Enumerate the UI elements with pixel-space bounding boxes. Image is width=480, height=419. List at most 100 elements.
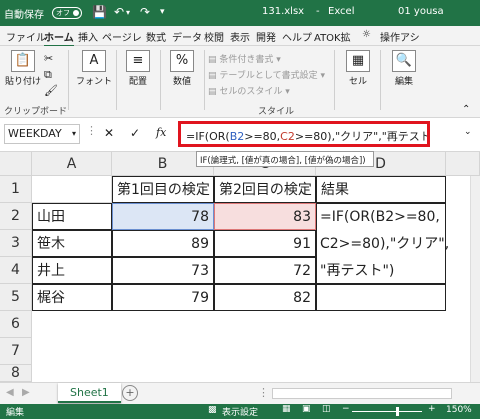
zoom-in-icon[interactable]: + — [428, 404, 436, 414]
number-button[interactable]: % 数値 — [162, 50, 202, 87]
cell-b1[interactable]: 第1回目の検定 — [112, 176, 214, 203]
formula-part: =IF(OR( — [186, 130, 230, 143]
search-icon: 🔍 — [392, 50, 416, 72]
formula-line: "再テスト") — [320, 263, 395, 279]
undo-icon[interactable]: ↶ — [114, 5, 124, 19]
add-sheet-icon[interactable]: + — [122, 385, 138, 401]
zoom-slider[interactable] — [352, 411, 422, 412]
cell-d5[interactable] — [316, 284, 446, 311]
horizontal-scrollbar[interactable] — [272, 388, 452, 399]
tab-insert[interactable]: 挿入 — [78, 29, 98, 44]
cell-a1[interactable] — [32, 176, 112, 203]
tab-home[interactable]: ホーム — [44, 29, 74, 47]
cut-icon[interactable]: ✂ — [44, 52, 53, 65]
more-options-icon[interactable]: ⋮ — [258, 386, 269, 399]
zoom-out-icon[interactable]: − — [342, 404, 350, 414]
format-painter-icon[interactable]: 🖌 — [44, 84, 58, 97]
row-header[interactable]: 5 — [0, 284, 32, 311]
more-options-icon[interactable]: ⋮ — [86, 124, 97, 137]
cell-d1[interactable]: 結果 — [316, 176, 446, 203]
font-button[interactable]: A フォント — [74, 50, 114, 87]
tab-data[interactable]: データ — [172, 29, 202, 44]
select-all-corner[interactable] — [0, 152, 32, 176]
cell-c4[interactable]: 72 — [214, 257, 316, 284]
cells-button[interactable]: ▦ セル — [338, 50, 378, 87]
conditional-format-button[interactable]: ▤ 条件付き書式 ▾ — [208, 52, 281, 65]
tab-page-layout[interactable]: ページレ — [102, 29, 142, 44]
number-label: 数値 — [172, 77, 191, 87]
edit-label: 編集 — [394, 77, 413, 87]
name-box[interactable]: WEEKDAY ▾ — [4, 124, 80, 144]
zoom-level[interactable]: 150% — [446, 405, 472, 415]
mode-indicator: 編集 — [6, 408, 25, 418]
tab-review[interactable]: 校閲 — [204, 29, 224, 44]
cell-a3[interactable]: 笹木 — [32, 230, 112, 257]
paste-button[interactable]: 📋 貼り付け — [4, 50, 42, 87]
chevron-down-icon[interactable]: ▾ — [72, 125, 76, 143]
collapse-ribbon-icon[interactable]: ⌃ — [462, 104, 470, 115]
insert-function-button[interactable]: fx — [156, 126, 166, 139]
display-settings[interactable]: 表示設定 — [222, 405, 258, 418]
cell-a5[interactable]: 梶谷 — [32, 284, 112, 311]
tab-formulas[interactable]: 数式 — [146, 29, 166, 44]
cell-styles-button[interactable]: ▤ セルのスタイル ▾ — [208, 84, 290, 97]
cell-b2[interactable]: 78 — [112, 203, 214, 230]
divider — [204, 50, 205, 110]
page-break-view-icon[interactable]: ◫ — [322, 404, 331, 414]
column-header-a[interactable]: A — [32, 152, 112, 176]
tab-atok[interactable]: ATOK拡 — [314, 29, 351, 44]
formula-ref-b2: B2 — [229, 130, 245, 143]
tab-developer[interactable]: 開発 — [256, 29, 276, 44]
autosave-toggle[interactable]: オフ — [52, 7, 82, 19]
copy-icon[interactable]: ⧉ — [44, 68, 52, 82]
cancel-button[interactable]: ✕ — [104, 126, 114, 140]
cell-b5[interactable]: 79 — [112, 284, 214, 311]
search-assistant[interactable]: 操作アシ — [380, 29, 420, 44]
lightbulb-icon: ☼ — [362, 29, 371, 40]
row-header[interactable]: 7 — [0, 338, 32, 365]
cell-d2-editor[interactable]: =IF(OR(B2>=80, C2>=80),"クリア", "再テスト") — [316, 203, 449, 284]
tab-help[interactable]: ヘルプ — [282, 29, 312, 44]
cell-c3[interactable]: 91 — [214, 230, 316, 257]
formula-bar: WEEKDAY ▾ ⋮ ✕ ✓ fx =IF(OR(B2>=80,C2>=80)… — [0, 118, 480, 152]
tab-file[interactable]: ファイル — [6, 29, 46, 44]
row-header[interactable]: 6 — [0, 311, 32, 338]
table-format-button[interactable]: ▤ テーブルとして書式設定 ▾ — [208, 68, 325, 81]
customize-quick-access-icon[interactable]: ▾ — [160, 7, 165, 17]
column-header-e[interactable] — [446, 152, 480, 176]
worksheet-grid[interactable]: A B C D 1 2 3 4 5 6 7 8 第1回目の検定 第2回目の検定 … — [0, 152, 480, 382]
cell-b4[interactable]: 73 — [112, 257, 214, 284]
row-header[interactable]: 3 — [0, 230, 32, 257]
tab-view[interactable]: 表示 — [230, 29, 250, 44]
scroll-left-icon[interactable]: ◀ — [6, 387, 14, 398]
scroll-right-icon[interactable]: ▶ — [22, 387, 30, 398]
row-header[interactable]: 8 — [0, 365, 32, 382]
display-icon: ▩ — [208, 405, 217, 415]
row-header[interactable]: 4 — [0, 257, 32, 284]
row-header[interactable]: 1 — [0, 176, 32, 203]
file-name: 131.xlsx — [262, 6, 305, 17]
save-icon[interactable]: 💾 — [92, 5, 107, 19]
expand-formula-bar-icon[interactable]: ⌄ — [464, 127, 472, 137]
cell-b3[interactable]: 89 — [112, 230, 214, 257]
formula-input[interactable]: =IF(OR(B2>=80,C2>=80),"クリア","再テスト") — [178, 121, 430, 147]
page-layout-view-icon[interactable]: ▣ — [302, 404, 311, 414]
sheet-tab-sheet1[interactable]: Sheet1 — [58, 383, 121, 403]
enter-button[interactable]: ✓ — [130, 126, 140, 140]
vertical-scrollbar[interactable] — [470, 176, 480, 382]
cell-a4[interactable]: 井上 — [32, 257, 112, 284]
user-name[interactable]: 01 yousa — [398, 6, 444, 17]
undo-dropdown-icon[interactable]: ▾ — [126, 8, 130, 17]
cell-a2[interactable]: 山田 — [32, 203, 112, 230]
cell-c1[interactable]: 第2回目の検定 — [214, 176, 316, 203]
conditional-format-label: 条件付き書式 — [219, 55, 274, 65]
zoom-slider-thumb[interactable] — [396, 407, 399, 416]
align-button[interactable]: ≡ 配置 — [118, 50, 158, 87]
row-header[interactable]: 2 — [0, 203, 32, 230]
cell-c2[interactable]: 83 — [214, 203, 316, 230]
edit-button[interactable]: 🔍 編集 — [384, 50, 424, 87]
redo-icon[interactable]: ↷ — [140, 5, 150, 19]
cells-icon: ▦ — [346, 50, 370, 72]
normal-view-icon[interactable]: ▦ — [282, 404, 291, 414]
cell-c5[interactable]: 82 — [214, 284, 316, 311]
